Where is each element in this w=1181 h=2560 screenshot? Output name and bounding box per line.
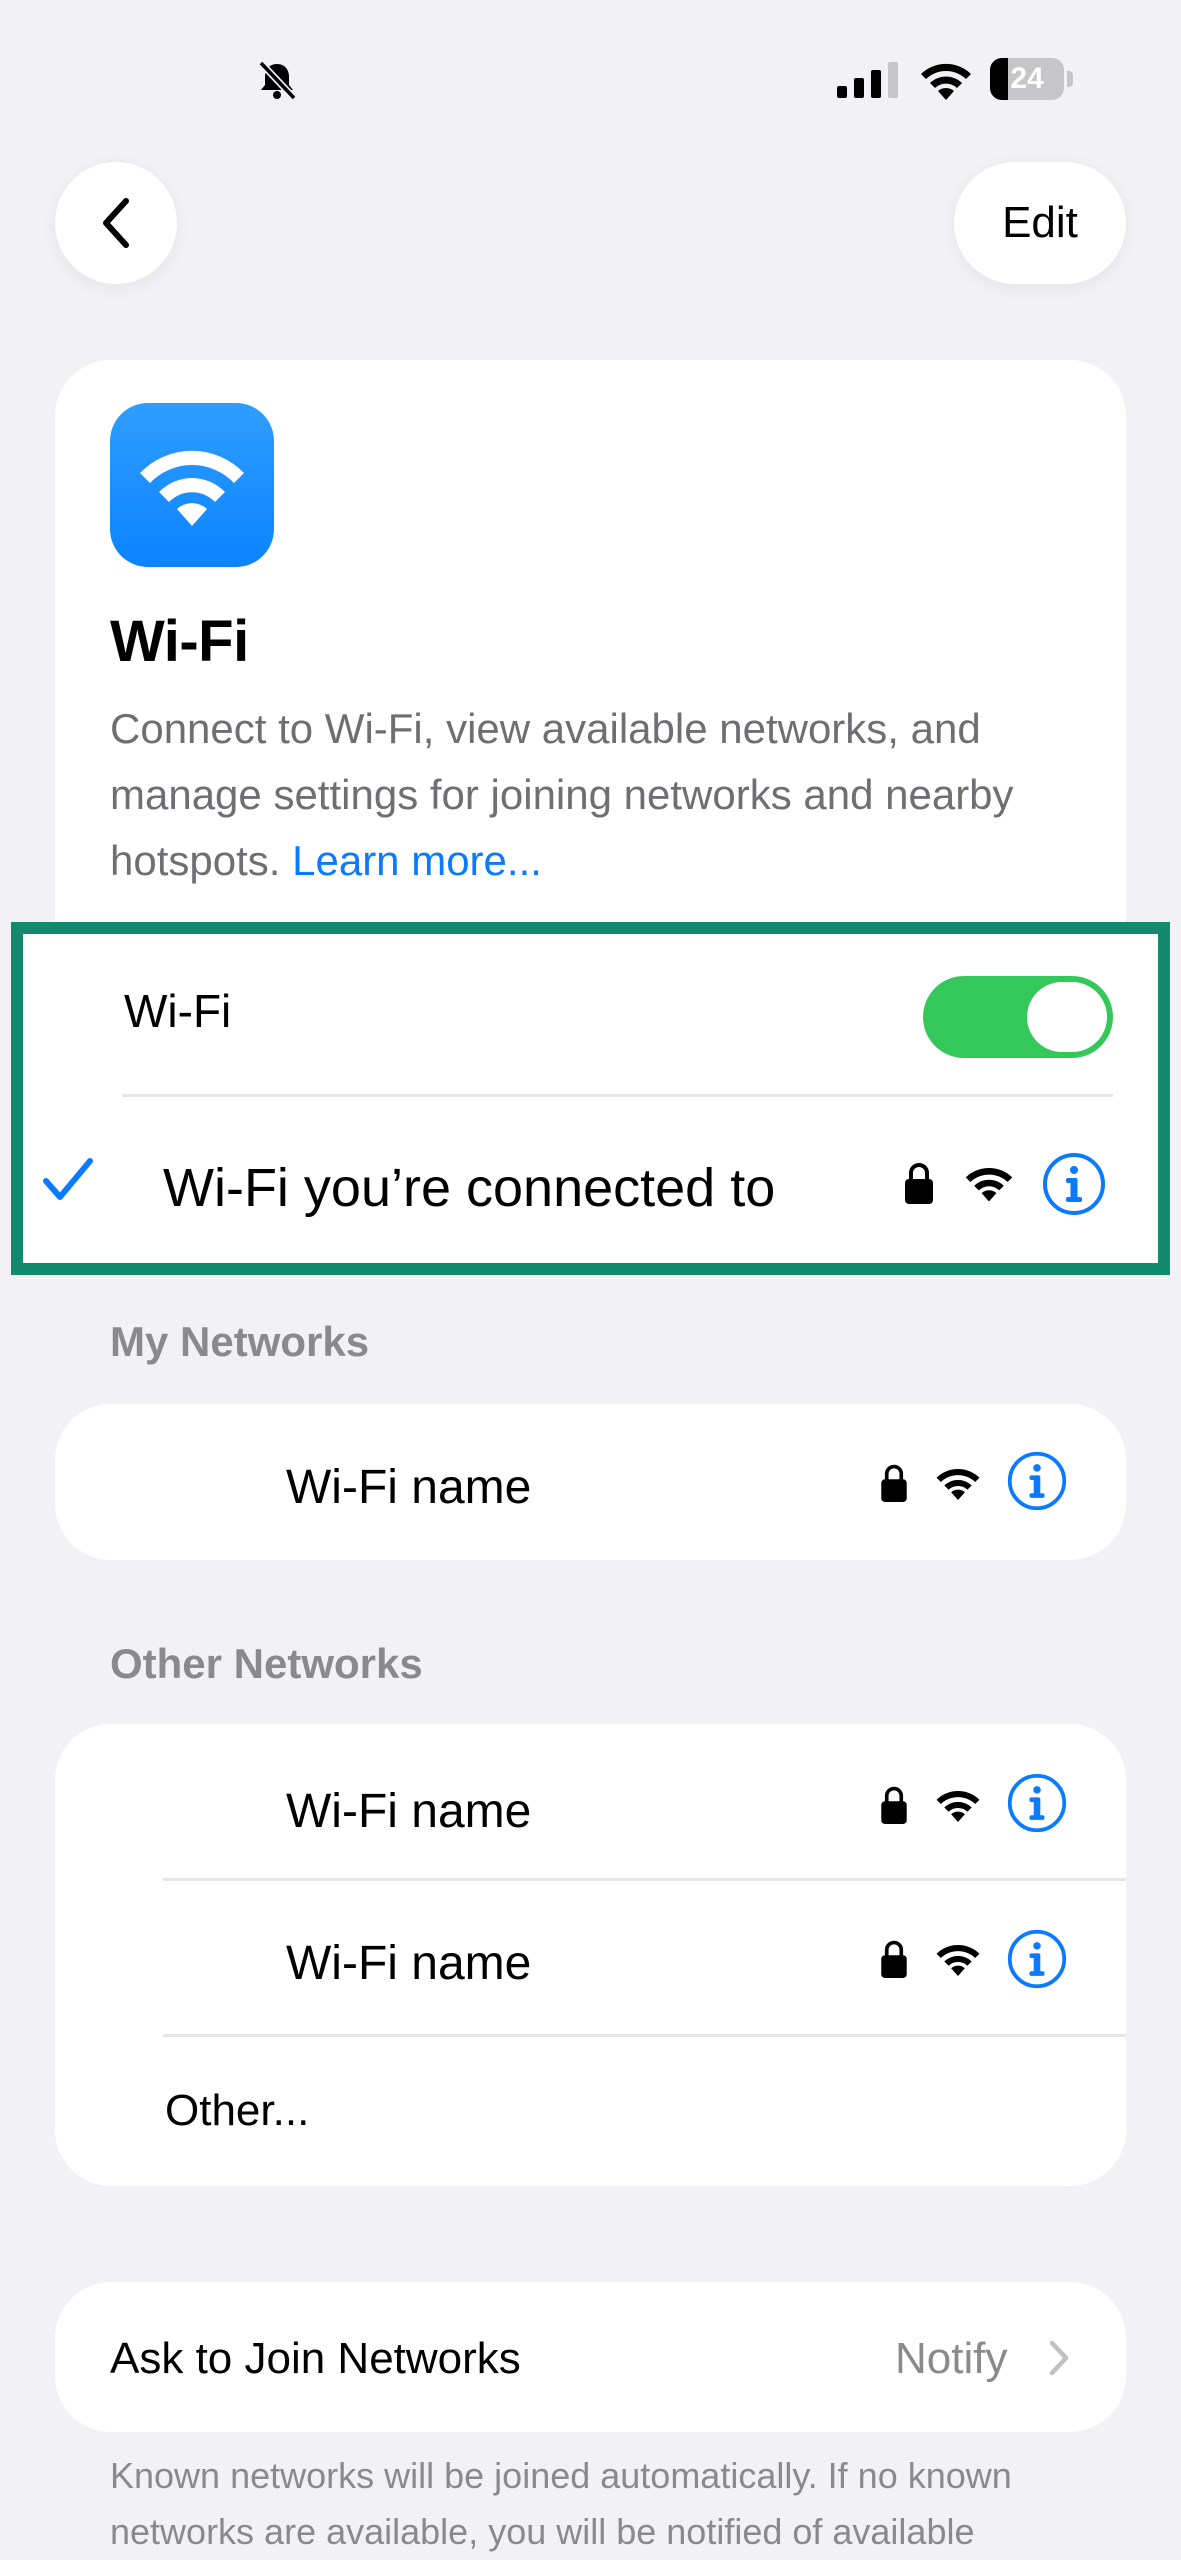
page-title: Wi-Fi xyxy=(110,609,249,674)
toggle-knob xyxy=(1027,982,1107,1052)
my-network-name[interactable]: Wi-Fi name xyxy=(286,1460,531,1515)
back-button[interactable] xyxy=(55,162,177,284)
wifi-icon xyxy=(921,63,971,100)
my-networks-header: My Networks xyxy=(110,1318,370,1365)
wifi-icon xyxy=(936,1791,980,1822)
ask-to-join-value: Notify xyxy=(895,2334,1008,2383)
info-icon[interactable] xyxy=(1006,1450,1068,1512)
battery-icon: 24 xyxy=(990,58,1074,100)
battery-level: 24 xyxy=(1010,62,1044,95)
cellular-signal-icon xyxy=(837,62,898,98)
chevron-left-icon xyxy=(103,198,129,248)
lock-icon xyxy=(881,1786,907,1824)
wifi-icon xyxy=(936,1469,980,1500)
info-icon[interactable] xyxy=(1041,1151,1107,1217)
other-network-option[interactable]: Other... xyxy=(165,2086,309,2136)
info-icon[interactable] xyxy=(1006,1928,1068,1990)
description-text: Connect to Wi-Fi, view available network… xyxy=(110,705,1014,884)
bell-slash-icon xyxy=(258,60,297,101)
checkmark-icon xyxy=(43,1158,93,1200)
other-network-name[interactable]: Wi-Fi name xyxy=(286,1936,531,1991)
lock-icon xyxy=(881,1464,907,1502)
wifi-app-icon xyxy=(110,403,274,567)
row-divider xyxy=(163,1878,1126,1881)
status-bar: 24 xyxy=(0,0,1181,160)
wifi-icon xyxy=(936,1945,980,1976)
divider xyxy=(122,1094,1113,1097)
chevron-right-icon xyxy=(1049,2340,1069,2376)
wifi-icon xyxy=(965,1167,1013,1202)
wifi-icon xyxy=(140,450,244,526)
info-icon[interactable] xyxy=(1006,1772,1068,1834)
highlight-box xyxy=(11,922,1170,1275)
ask-to-join-label: Ask to Join Networks xyxy=(110,2334,521,2383)
footer-note: Known networks will be joined automatica… xyxy=(110,2455,1012,2552)
connected-network-name[interactable]: Wi-Fi you’re connected to xyxy=(163,1157,775,1219)
learn-more-link[interactable]: Learn more... xyxy=(292,837,542,884)
other-network-name[interactable]: Wi-Fi name xyxy=(286,1784,531,1839)
lock-icon xyxy=(905,1163,933,1204)
wifi-toggle[interactable] xyxy=(923,976,1113,1058)
other-networks-header: Other Networks xyxy=(110,1640,423,1687)
wifi-toggle-label: Wi-Fi xyxy=(124,985,232,1037)
description: Connect to Wi-Fi, view available network… xyxy=(110,696,1070,894)
edit-button[interactable]: Edit xyxy=(954,162,1126,284)
row-divider xyxy=(163,2034,1126,2037)
lock-icon xyxy=(881,1940,907,1978)
